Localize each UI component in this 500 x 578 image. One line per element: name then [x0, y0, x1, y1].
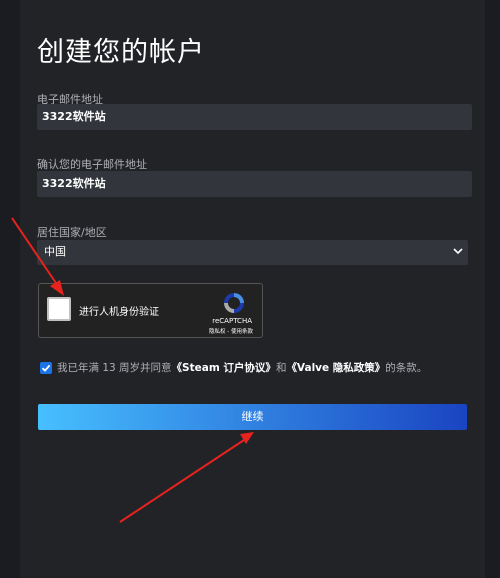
page-title: 创建您的帐户 [37, 37, 205, 68]
agreement-prefix: 我已年满 13 周岁并同意 [57, 362, 172, 374]
privacy-policy-link[interactable]: 《Valve 隐私政策》 [286, 360, 385, 375]
email-field[interactable]: 3322软件站 [37, 104, 472, 130]
checkmark-icon [41, 364, 51, 372]
recaptcha-brand: reCAPTCHA [212, 317, 252, 325]
recaptcha-logo-icon [224, 293, 244, 313]
agreement-middle: 和 [275, 362, 287, 374]
confirm-email-field[interactable]: 3322软件站 [37, 171, 472, 197]
country-label: 居住国家/地区 [37, 226, 107, 239]
country-select-value: 中国 [44, 245, 66, 258]
agreement-row: 我已年满 13 周岁并同意 《Steam 订户协议》 和 《Valve 隐私政策… [40, 360, 427, 375]
chevron-down-icon [453, 248, 463, 255]
subscriber-agreement-link[interactable]: 《Steam 订户协议》 [172, 360, 276, 375]
recaptcha-links[interactable]: 隐私权 - 使用条款 [209, 327, 253, 335]
recaptcha-widget: 进行人机身份验证 reCAPTCHA 隐私权 - 使用条款 [38, 283, 263, 338]
continue-button[interactable]: 继续 [38, 404, 467, 430]
confirm-email-label: 确认您的电子邮件地址 [37, 158, 147, 171]
agreement-suffix: 的条款。 [385, 362, 428, 374]
agreement-checkbox[interactable] [40, 361, 52, 374]
recaptcha-label: 进行人机身份验证 [79, 307, 159, 318]
country-select[interactable]: 中国 [37, 240, 468, 265]
recaptcha-checkbox[interactable] [47, 297, 71, 321]
